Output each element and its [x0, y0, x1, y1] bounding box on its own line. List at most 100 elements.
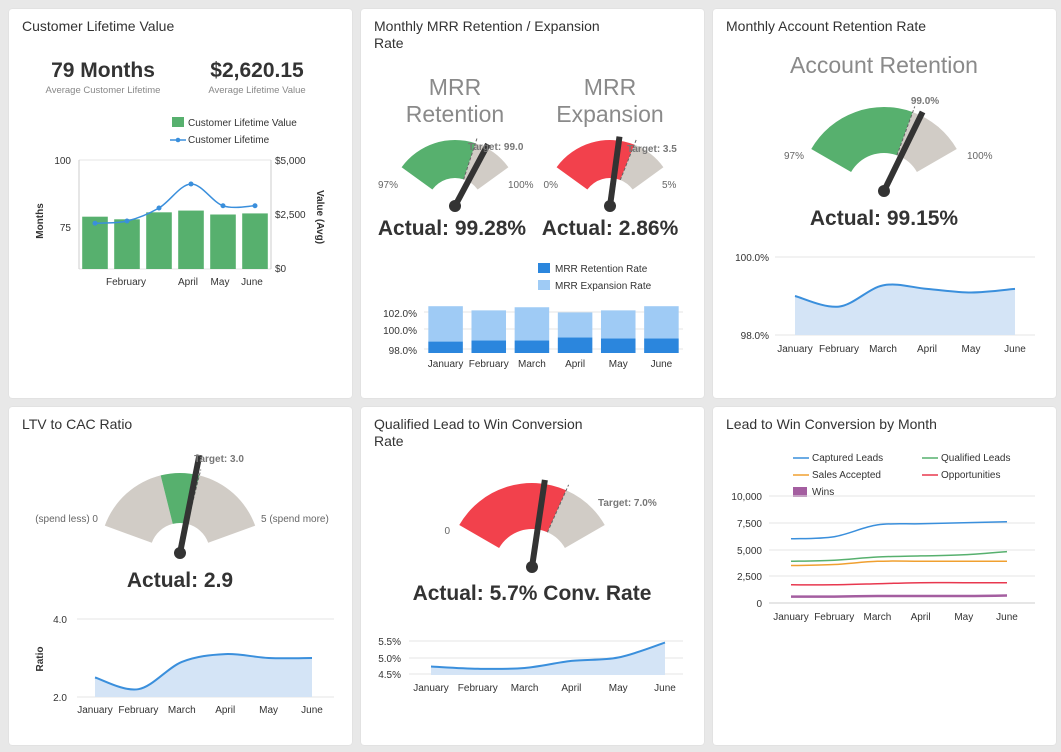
- bar-expansion: [428, 306, 463, 342]
- x-tick: January: [428, 359, 464, 370]
- x-tick: January: [413, 683, 449, 694]
- panel-mrr-retention-expansion: Monthly MRR Retention / Expansion Rate MR…: [361, 9, 704, 398]
- kpi-lifetime-label: Average Customer Lifetime: [46, 85, 161, 96]
- x-tick: May: [211, 277, 230, 288]
- gauge-hub: [449, 200, 461, 212]
- y-tick: 2,500: [737, 572, 762, 583]
- gauge-label: Retention: [406, 101, 504, 127]
- x-tick: May: [609, 359, 628, 370]
- gauge-target: Target: 99.0: [468, 142, 524, 153]
- y-tick: 5.5%: [378, 637, 401, 648]
- gauge-band: [104, 475, 173, 543]
- x-tick: May: [962, 344, 981, 355]
- gauge-actual: Actual: 99.28%: [378, 217, 527, 240]
- gauge-min: (spend less) 0: [35, 514, 98, 525]
- x-tick: February: [458, 683, 498, 694]
- line-point: [220, 203, 226, 209]
- x-tick: June: [241, 277, 263, 288]
- panel-qualified-lead-win: Qualified Lead to Win Conversion Rate 0 T…: [361, 407, 704, 745]
- legend-swatch: [538, 280, 550, 290]
- gauge-actual: Actual: 2.9: [127, 569, 233, 592]
- panel-account-retention: Monthly Account Retention Rate Account R…: [713, 9, 1056, 398]
- account-retention-gauge: [811, 106, 957, 197]
- x-tick: February: [469, 359, 509, 370]
- x-tick: May: [259, 705, 278, 716]
- bar: [178, 210, 204, 269]
- y-axis-title: Ratio: [35, 647, 46, 672]
- qualified-lead-win-chart: 0 Target: 7.0% Actual: 5.7% Conv. Rate 5…: [378, 479, 683, 694]
- x-tick: February: [814, 612, 854, 623]
- gauge-min: 97%: [378, 180, 398, 191]
- gauge-target: Target: 7.0%: [598, 498, 657, 509]
- bar: [210, 214, 236, 269]
- x-tick: January: [773, 612, 809, 623]
- x-tick: May: [609, 683, 628, 694]
- bar-expansion: [600, 310, 636, 339]
- y-tick: 102.0%: [383, 309, 417, 320]
- bar-expansion: [514, 307, 550, 341]
- x-tick: March: [511, 683, 539, 694]
- gauge-hub: [526, 561, 538, 573]
- bar-retention: [644, 338, 679, 353]
- x-tick: April: [911, 612, 931, 623]
- x-tick: February: [819, 344, 859, 355]
- lead-to-win-chart: Captured Leads Qualified Leads Sales Acc…: [731, 453, 1035, 623]
- gauge-band: [459, 483, 567, 548]
- y-tick: 5,000: [737, 546, 762, 557]
- legend-label: MRR Expansion Rate: [555, 281, 652, 292]
- gauge-max: 5 (spend more): [261, 514, 329, 525]
- bar-retention: [600, 338, 636, 353]
- y-tick: 100.0%: [383, 326, 417, 337]
- y-tick: 5.0%: [378, 654, 401, 665]
- gauge-label: Account Retention: [790, 52, 978, 78]
- ltv-cac-gauge: [104, 454, 256, 559]
- qualified-lead-win-gauge: [459, 479, 605, 573]
- gauge-actual: Actual: 2.86%: [542, 217, 679, 240]
- bar: [242, 213, 268, 269]
- legend-swatch-bar: [172, 117, 184, 127]
- legend-label: Qualified Leads: [941, 453, 1011, 464]
- series-line-opportunities: [790, 581, 1008, 586]
- gauge-actual: Actual: 99.15%: [810, 207, 959, 230]
- y-tick: 4.0: [53, 615, 67, 626]
- x-tick: March: [869, 344, 897, 355]
- bar: [114, 219, 140, 269]
- gauge-min: 0%: [544, 180, 559, 191]
- legend-label: Customer Lifetime Value: [188, 118, 297, 129]
- x-tick: June: [654, 683, 676, 694]
- kpi-lifetime-value: 79 Months: [51, 59, 155, 82]
- x-tick: April: [178, 277, 198, 288]
- bar-retention: [428, 341, 463, 353]
- y-tick-right: $5,000: [275, 156, 306, 167]
- gauge-label: MRR: [584, 74, 636, 100]
- bar-retention: [514, 340, 550, 353]
- series-line-qualified-leads: [790, 550, 1008, 563]
- x-tick: April: [215, 705, 235, 716]
- gauge-band: [556, 140, 635, 190]
- gauge-target: Target: 3.0: [194, 454, 244, 465]
- line-point: [124, 218, 130, 224]
- line-point: [156, 205, 162, 211]
- y-tick-right: $0: [275, 264, 287, 275]
- gauge-min: 0: [444, 526, 450, 537]
- y-tick: 100.0%: [735, 253, 769, 264]
- gauge-max: 100%: [967, 151, 993, 162]
- x-tick: April: [917, 344, 937, 355]
- x-tick: June: [301, 705, 323, 716]
- x-tick: June: [996, 612, 1018, 623]
- x-tick: June: [651, 359, 673, 370]
- gauge-target: 99.0%: [911, 96, 939, 107]
- gauge-target: Target: 3.5: [627, 144, 677, 155]
- y-tick: 4.5%: [378, 670, 401, 681]
- x-tick: June: [1004, 344, 1026, 355]
- mrr-chart: MRR Retention MRR Expansion 97% 100% Tar…: [378, 74, 683, 370]
- gauge-hub: [878, 185, 890, 197]
- bar-retention: [557, 337, 593, 353]
- x-tick: February: [106, 277, 146, 288]
- bar-expansion: [644, 306, 679, 339]
- legend-label: Captured Leads: [812, 453, 883, 464]
- line-point: [188, 181, 194, 187]
- x-tick: April: [561, 683, 581, 694]
- gauge-max: 100%: [508, 180, 534, 191]
- y-tick: 10,000: [731, 492, 762, 503]
